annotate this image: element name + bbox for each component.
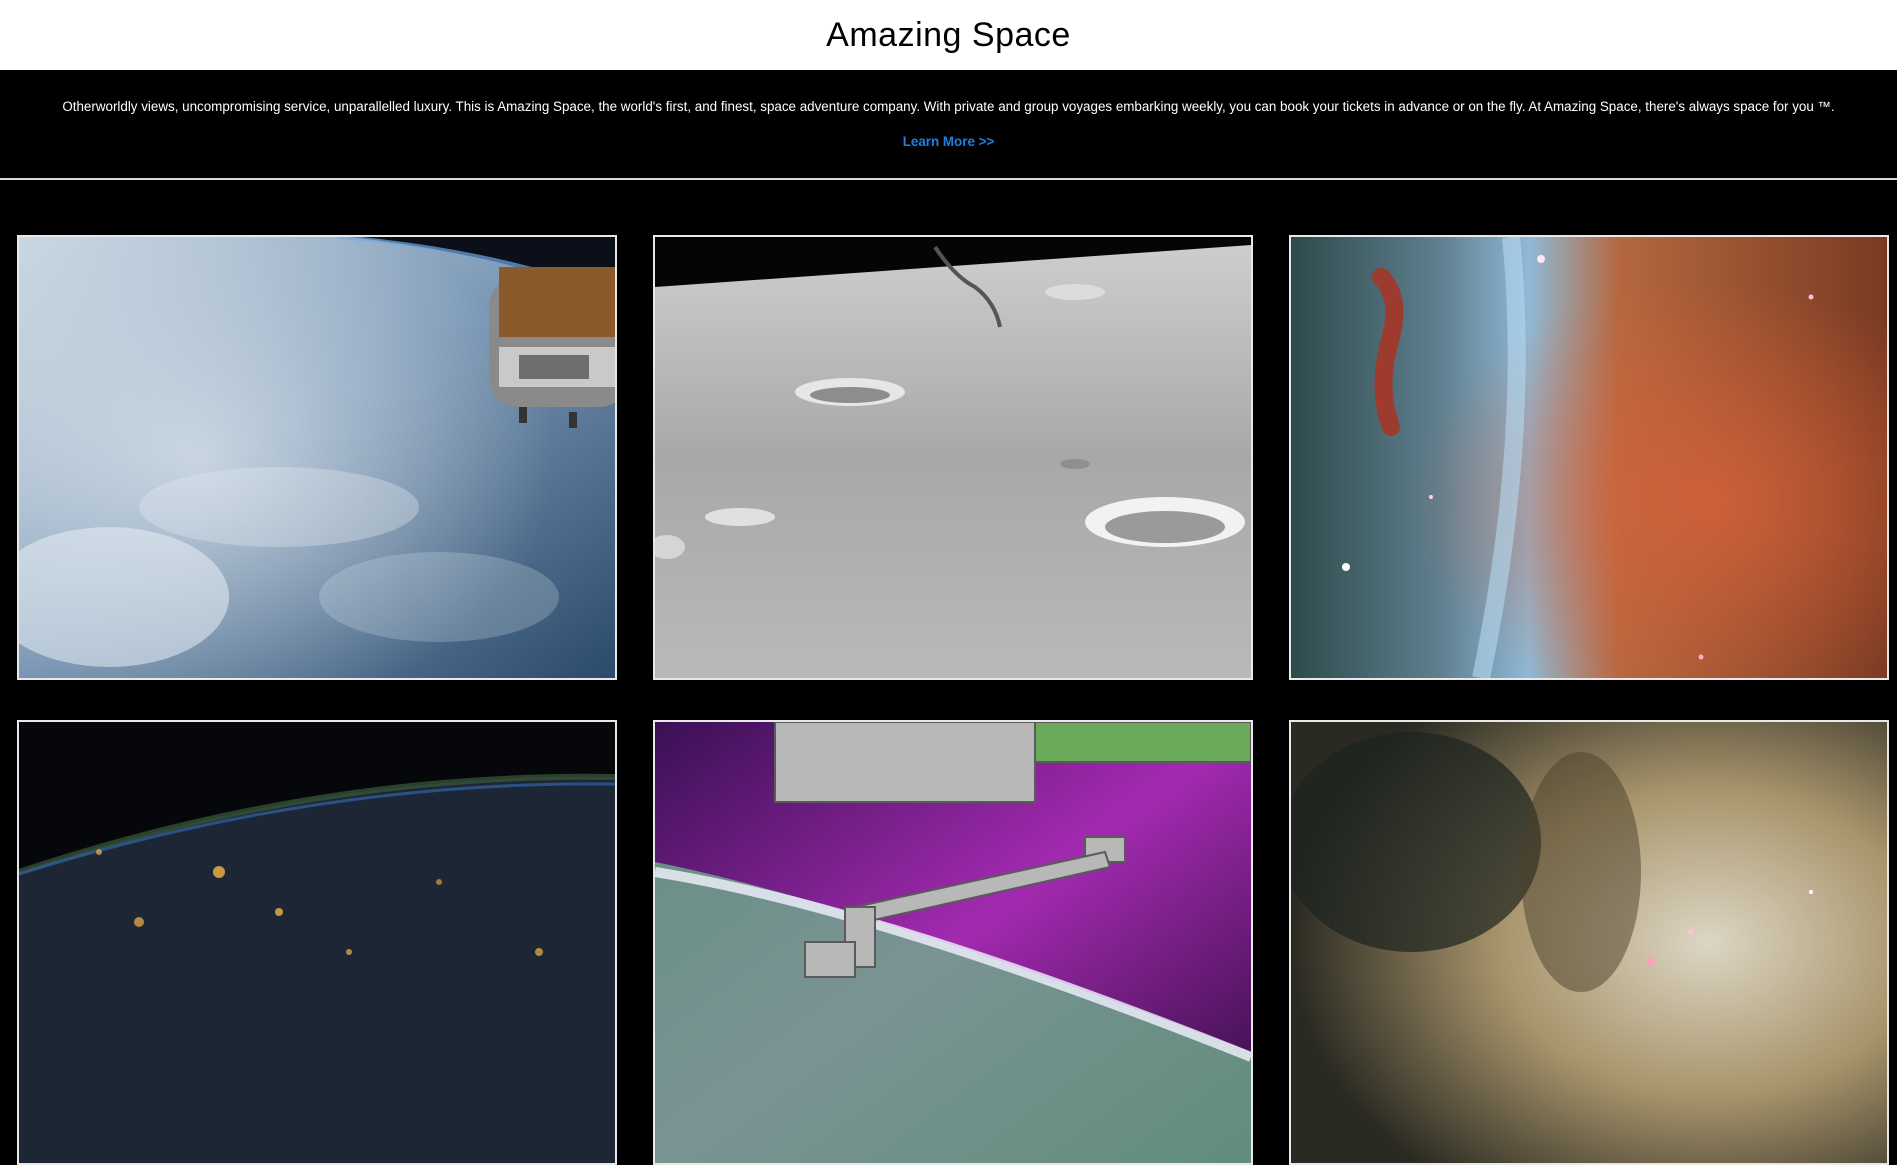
intro-text: Otherworldly views, uncompromising servi… bbox=[62, 99, 1835, 114]
image-gallery bbox=[0, 180, 1897, 1165]
gallery-image-robotic-arm[interactable] bbox=[653, 720, 1253, 1165]
nebula-image bbox=[1291, 237, 1887, 678]
dusty-nebula-image bbox=[1291, 722, 1887, 1163]
lunar-surface-image bbox=[655, 237, 1251, 678]
earth-night-image bbox=[19, 722, 615, 1163]
site-header: Amazing Space bbox=[0, 0, 1897, 70]
gallery-image-dusty-nebula[interactable] bbox=[1289, 720, 1889, 1165]
gallery-image-nebula[interactable] bbox=[1289, 235, 1889, 680]
page-title: Amazing Space bbox=[826, 15, 1071, 54]
gallery-image-earth-station[interactable] bbox=[17, 235, 617, 680]
learn-more-link[interactable]: Learn More >> bbox=[0, 134, 1897, 149]
gallery-image-earth-night[interactable] bbox=[17, 720, 617, 1165]
intro-section: Otherworldly views, uncompromising servi… bbox=[0, 70, 1897, 180]
robotic-arm-image bbox=[655, 722, 1251, 1163]
earth-station-image bbox=[19, 237, 615, 678]
gallery-image-lunar-surface[interactable] bbox=[653, 235, 1253, 680]
